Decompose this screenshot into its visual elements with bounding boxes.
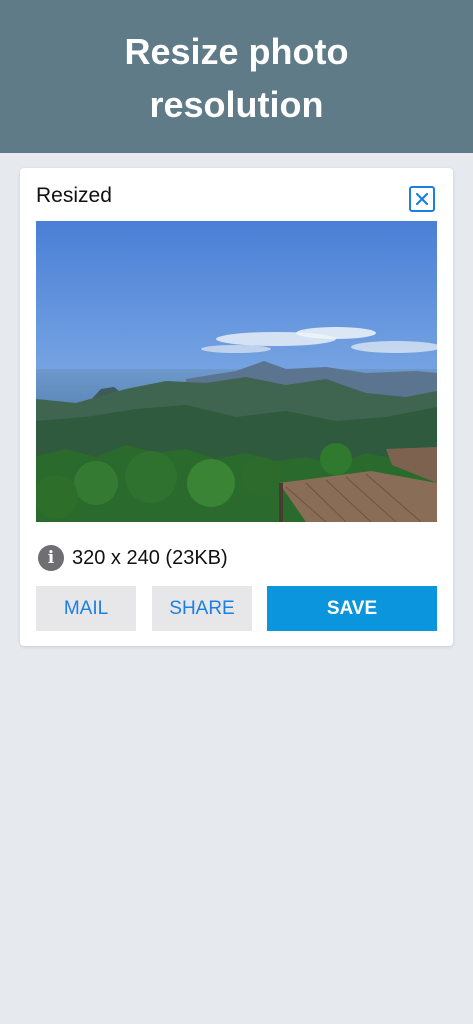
close-icon [415, 192, 429, 206]
page-title: Resize photo resolution [124, 30, 349, 125]
card-title: Resized [36, 184, 112, 207]
share-button[interactable]: SHARE [152, 586, 252, 631]
image-info: i 320 x 240 (23KB) [38, 544, 228, 572]
resized-photo [36, 221, 437, 522]
save-button[interactable]: SAVE [267, 586, 437, 631]
image-size-text: 320 x 240 (23KB) [72, 546, 228, 569]
app-header: Resize photo resolution [0, 0, 473, 153]
mail-button[interactable]: MAIL [36, 586, 136, 631]
close-button[interactable] [409, 186, 435, 212]
result-card: Resized i 320 x 240 (23KB) MAIL SHARE SA… [20, 168, 453, 646]
info-icon: i [38, 545, 64, 571]
